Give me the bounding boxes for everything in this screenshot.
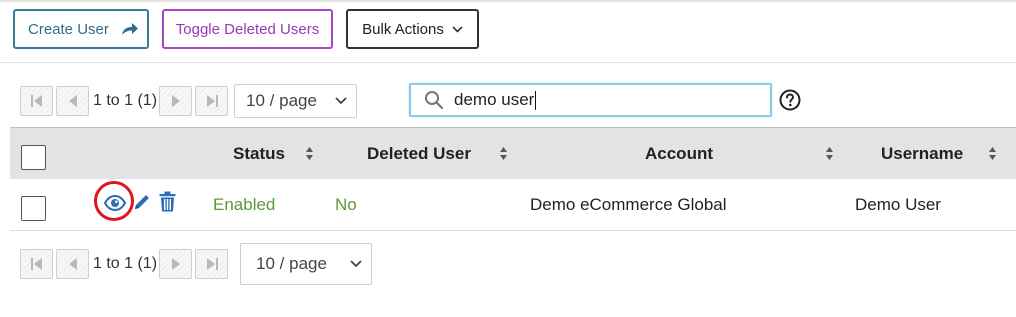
help-icon[interactable] bbox=[779, 89, 801, 111]
column-header-deleted-user[interactable]: Deleted User bbox=[367, 144, 471, 164]
chevron-down-icon bbox=[335, 97, 347, 105]
share-arrow-icon bbox=[121, 23, 138, 35]
column-header-status[interactable]: Status bbox=[233, 144, 285, 164]
create-user-label: Create User bbox=[28, 20, 109, 38]
page-range: 1 to 1 (1) bbox=[93, 255, 158, 272]
sort-icon[interactable] bbox=[305, 146, 314, 161]
last-page-icon bbox=[206, 258, 218, 270]
select-all-checkbox[interactable] bbox=[21, 145, 46, 170]
divider bbox=[0, 62, 1016, 63]
account-cell: Demo eCommerce Global bbox=[530, 195, 727, 214]
last-page-button[interactable] bbox=[195, 249, 229, 279]
username-cell: Demo User bbox=[855, 195, 941, 214]
toolbar: Create User Toggle Deleted Users Bulk Ac… bbox=[13, 9, 479, 49]
prev-page-icon bbox=[68, 95, 77, 107]
column-header-username[interactable]: Username bbox=[881, 144, 963, 164]
page-size-value: 10 / page bbox=[246, 91, 317, 110]
text-caret bbox=[535, 91, 537, 110]
last-page-icon bbox=[206, 95, 218, 107]
create-user-button[interactable]: Create User bbox=[13, 9, 149, 49]
edit-pencil-icon[interactable] bbox=[133, 193, 151, 211]
column-header-account[interactable]: Account bbox=[645, 144, 713, 164]
toggle-deleted-label: Toggle Deleted Users bbox=[175, 20, 320, 38]
chevron-down-icon bbox=[350, 260, 362, 268]
prev-page-button[interactable] bbox=[56, 86, 89, 116]
row-select-checkbox[interactable] bbox=[21, 196, 46, 221]
first-page-button[interactable] bbox=[20, 86, 53, 116]
deleted-cell: No bbox=[335, 195, 357, 214]
bulk-actions-button[interactable]: Bulk Actions bbox=[346, 9, 479, 49]
delete-trash-icon[interactable] bbox=[159, 191, 176, 212]
search-value: demo user bbox=[454, 89, 535, 109]
prev-page-button[interactable] bbox=[56, 249, 89, 279]
sort-icon[interactable] bbox=[499, 146, 508, 161]
page-size-select[interactable]: 10 / page bbox=[234, 84, 358, 118]
pager-bottom: 1 to 1 (1) 10 / page bbox=[20, 243, 373, 285]
sort-icon[interactable] bbox=[988, 146, 997, 161]
next-page-button[interactable] bbox=[159, 249, 193, 279]
next-page-icon bbox=[171, 258, 180, 270]
first-page-icon bbox=[30, 95, 42, 107]
first-page-button[interactable] bbox=[20, 249, 53, 279]
view-eye-icon[interactable] bbox=[104, 195, 126, 211]
bulk-actions-label: Bulk Actions bbox=[362, 20, 444, 38]
top-shadow bbox=[0, 0, 1016, 3]
table-header: Status Deleted User Account Username bbox=[10, 127, 1016, 179]
last-page-button[interactable] bbox=[195, 86, 229, 116]
search-input[interactable]: demo user bbox=[409, 83, 772, 117]
status-cell: Enabled bbox=[213, 195, 276, 214]
table-row: Enabled No Demo eCommerce Global Demo Us… bbox=[10, 179, 1016, 231]
toggle-deleted-users-button[interactable]: Toggle Deleted Users bbox=[162, 9, 333, 49]
page-size-select[interactable]: 10 / page bbox=[240, 243, 373, 285]
pager-top: 1 to 1 (1) 10 / page bbox=[20, 84, 358, 118]
sort-icon[interactable] bbox=[825, 146, 834, 161]
next-page-icon bbox=[171, 95, 180, 107]
prev-page-icon bbox=[68, 258, 77, 270]
page-size-value: 10 / page bbox=[256, 254, 327, 273]
search-icon bbox=[425, 91, 444, 110]
next-page-button[interactable] bbox=[159, 86, 193, 116]
first-page-icon bbox=[30, 258, 42, 270]
page-range: 1 to 1 (1) bbox=[93, 92, 158, 109]
chevron-down-icon bbox=[452, 25, 463, 33]
